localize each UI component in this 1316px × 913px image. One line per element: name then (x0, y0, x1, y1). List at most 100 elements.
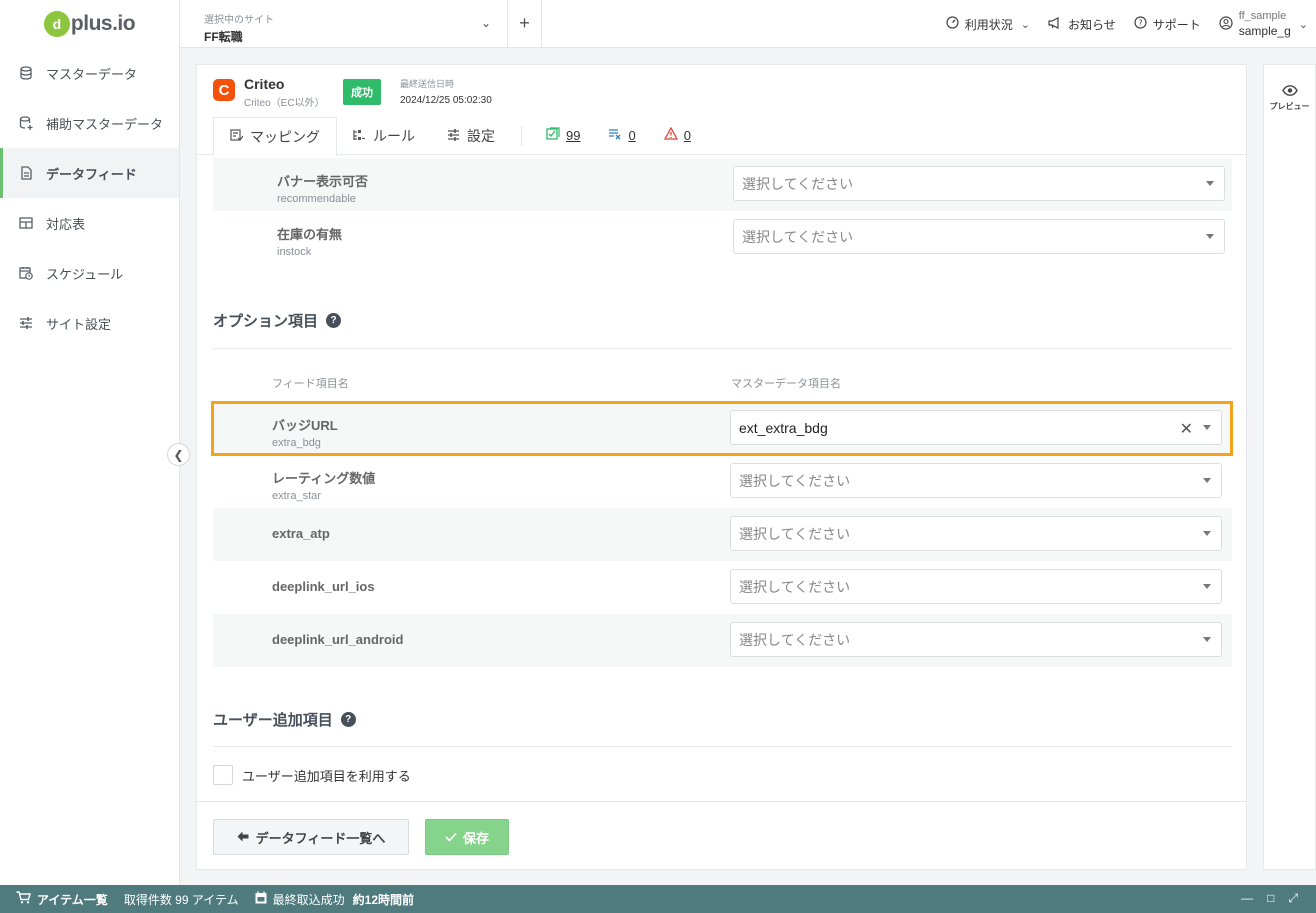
item-list-toggle[interactable]: アイテム一覧 (16, 891, 108, 908)
preview-label: プレビュー (1269, 102, 1310, 111)
table-row: deeplink_url_android 選択してください (213, 614, 1232, 667)
stat-excluded-count[interactable]: 0 (628, 128, 635, 143)
sidebar-item-label: 補助マスターデータ (46, 116, 164, 132)
save-button[interactable]: 保存 (425, 819, 509, 855)
criteo-logo-icon: C (213, 79, 235, 101)
usage-menu[interactable]: 利用状況 ⌄ (946, 16, 1030, 33)
master-field-select[interactable]: 選択してください (730, 463, 1222, 498)
minimize-icon[interactable]: — (1241, 891, 1253, 906)
master-field-select[interactable]: 選択してください (733, 166, 1225, 201)
sidebar-item-schedule[interactable]: スケジュール (0, 248, 179, 298)
check-list-icon (546, 127, 560, 143)
preview-panel[interactable]: プレビュー (1263, 64, 1316, 870)
divider (213, 746, 1232, 747)
select-value: 選択してください (739, 472, 851, 489)
sidebar-item-data-feed[interactable]: データフィード (0, 148, 179, 198)
user-fields-toggle[interactable]: ユーザー追加項目を利用する (213, 765, 411, 785)
field-name: deeplink_url_android (272, 632, 404, 647)
chevron-down-icon: ⌄ (1020, 18, 1030, 31)
select-value: ext_extra_bdg (739, 419, 828, 436)
master-field-select[interactable]: 選択してください (733, 219, 1225, 254)
item-count: 取得件数 99 アイテム (123, 892, 239, 907)
save-label: 保存 (462, 830, 489, 846)
expand-icon[interactable]: ⤢ (1288, 891, 1298, 906)
feed-editor-card: C Criteo Criteo（EC以外） 成功 最終送信日時 2024/12/… (196, 64, 1247, 870)
last-sent-label: 最終送信日時 (400, 79, 455, 89)
site-selector-value: FF転職 (204, 30, 243, 44)
sidebar-item-sub-master-data[interactable]: 補助マスターデータ (0, 98, 179, 148)
field-key: extra_bdg (272, 437, 321, 449)
warning-icon (663, 126, 678, 143)
restore-icon[interactable]: □ (1267, 891, 1274, 906)
last-import-label: 最終取込成功 (272, 892, 345, 907)
database-plus-icon (18, 115, 34, 131)
column-header-master: マスターデータ項目名 (731, 378, 841, 390)
last-import-value: 約12時間前 (352, 892, 415, 907)
user-fields-checkbox[interactable] (213, 765, 233, 785)
add-site-button[interactable]: + (508, 0, 542, 47)
window-controls: — □ ⤢ (1227, 891, 1298, 906)
gauge-icon (946, 16, 959, 32)
tab-settings[interactable]: 設定 (431, 117, 511, 155)
master-field-select[interactable]: ext_extra_bdg ✕ (730, 410, 1222, 445)
card-footer: データフィード一覧へ 保存 (197, 801, 1246, 869)
usage-label: 利用状況 (964, 17, 1013, 32)
user-name: sample_g (1238, 24, 1291, 38)
select-value: 選択してください (739, 631, 851, 648)
sidebar-item-label: 対応表 (46, 216, 86, 232)
select-value: 選択してください (742, 175, 854, 192)
table-row: deeplink_url_ios 選択してください (213, 561, 1232, 614)
user-section-title: ユーザー追加項目 ? (213, 709, 356, 730)
select-value: 選択してください (742, 228, 854, 245)
cart-icon (16, 891, 31, 907)
field-name: 在庫の有無 (277, 227, 343, 242)
stat-excluded[interactable]: 0 (608, 128, 636, 143)
help-icon[interactable]: ? (340, 712, 356, 727)
back-label: データフィード一覧へ (255, 830, 386, 846)
table-row: extra_atp 選択してください (213, 508, 1232, 561)
stat-ok-count[interactable]: 99 (566, 128, 580, 143)
tab-mapping[interactable]: マッピング (213, 117, 337, 156)
eye-icon (1264, 83, 1315, 99)
sliders-icon (447, 128, 460, 144)
collapse-sidebar-button[interactable]: ❮ (167, 443, 190, 466)
stat-warning[interactable]: 0 (663, 126, 691, 143)
field-name: バナー表示可否 (277, 174, 369, 189)
column-header-feed: フィード項目名 (272, 378, 349, 390)
back-to-list-button[interactable]: データフィード一覧へ (213, 819, 409, 855)
mapping-icon (230, 128, 244, 145)
logo-text: plus.io (70, 12, 136, 35)
user-id: ff_sample (1238, 10, 1287, 22)
stat-ok[interactable]: 99 (546, 127, 580, 143)
news-link[interactable]: お知らせ (1048, 16, 1116, 33)
sidebar-item-site-settings[interactable]: サイト設定 (0, 298, 179, 348)
caret-down-icon (1203, 478, 1211, 483)
stat-warning-count[interactable]: 0 (684, 128, 691, 143)
feed-tabs: マッピング ルール 設定 99 0 0 (213, 116, 705, 156)
table-row: バッジURL extra_bdg ext_extra_bdg ✕ (213, 402, 1232, 455)
option-field-rows: バッジURL extra_bdg ext_extra_bdg ✕ レーティング数… (213, 402, 1232, 667)
table-row: バナー表示可否 recommendable 選択してください (213, 158, 1232, 211)
master-field-select[interactable]: 選択してください (730, 569, 1222, 604)
caret-down-icon (1206, 234, 1214, 239)
header-right: 利用状況 ⌄ お知らせ ? サポート ff_sample sample_g ⌄ (946, 0, 1316, 48)
site-selector[interactable]: 選択中のサイト FF転職 ⌄ (180, 0, 508, 47)
chevron-left-icon: ❮ (173, 447, 184, 462)
news-label: お知らせ (1067, 17, 1116, 32)
sidebar-item-mapping-table[interactable]: 対応表 (0, 198, 179, 248)
caret-down-icon (1203, 531, 1211, 536)
clear-icon[interactable]: ✕ (1180, 419, 1193, 439)
checkbox-label: ユーザー追加項目を利用する (242, 768, 411, 784)
master-field-select[interactable]: 選択してください (730, 516, 1222, 551)
support-link[interactable]: ? サポート (1134, 16, 1201, 33)
user-menu[interactable]: ff_sample sample_g ⌄ (1219, 9, 1308, 39)
tab-rules[interactable]: ルール (337, 117, 431, 155)
feed-subname: Criteo（EC以外） (244, 98, 325, 109)
sidebar-item-label: スケジュール (46, 266, 124, 282)
caret-down-icon (1206, 181, 1214, 186)
help-icon[interactable]: ? (326, 313, 342, 328)
section-title-text: ユーザー追加項目 (213, 712, 333, 729)
master-field-select[interactable]: 選択してください (730, 622, 1222, 657)
logo[interactable]: d plus.io (0, 0, 179, 48)
sidebar-item-master-data[interactable]: マスターデータ (0, 48, 179, 98)
